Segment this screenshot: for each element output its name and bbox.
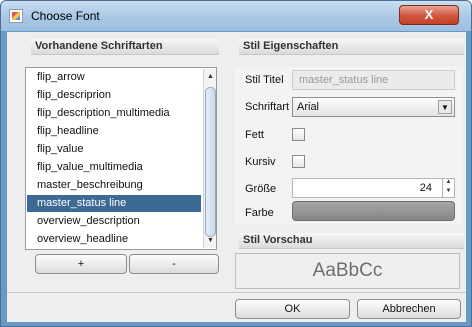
- italic-label: Kursiv: [245, 156, 276, 168]
- list-item[interactable]: overview_headline: [27, 231, 201, 248]
- size-label: Größe: [245, 183, 277, 195]
- style-title-label: Stil Titel: [245, 74, 284, 86]
- size-value: 24: [419, 182, 432, 194]
- remove-style-button[interactable]: -: [129, 254, 219, 274]
- list-item[interactable]: flip_description_multimedia: [27, 105, 201, 122]
- add-style-button[interactable]: +: [35, 254, 127, 274]
- style-properties: Stil Titel master_status line Schriftart…: [235, 67, 463, 224]
- list-item[interactable]: flip_descriprion: [27, 87, 201, 104]
- scroll-up-icon[interactable]: ▲: [205, 71, 216, 82]
- font-family-select[interactable]: Arial ▼: [292, 97, 455, 117]
- fonts-panel-header: Vorhandene Schriftarten: [31, 39, 219, 55]
- list-item[interactable]: flip_headline: [27, 123, 201, 140]
- scrollbar-thumb[interactable]: [205, 87, 216, 237]
- font-family-label: Schriftart: [245, 101, 290, 113]
- scroll-down-icon[interactable]: ▼: [205, 235, 216, 246]
- font-family-value: Arial: [297, 101, 320, 113]
- props-panel-header: Stil Eigenschaften: [239, 39, 464, 55]
- style-preview: AaBbCc: [235, 253, 460, 289]
- preview-panel-header: Stil Vorschau: [239, 233, 464, 249]
- color-label: Farbe: [245, 207, 274, 219]
- list-item[interactable]: flip_arrow: [27, 69, 201, 86]
- color-picker-button[interactable]: [292, 201, 455, 221]
- size-stepper[interactable]: ▲ ▼: [442, 178, 454, 198]
- cancel-button[interactable]: Abbrechen: [357, 299, 461, 319]
- bold-checkbox[interactable]: [292, 128, 305, 141]
- java-cup-icon: [9, 9, 23, 23]
- increment-icon[interactable]: ▲: [443, 178, 454, 187]
- chevron-down-icon[interactable]: ▼: [438, 100, 452, 114]
- style-title-field: master_status line: [292, 70, 455, 90]
- list-item[interactable]: flip_value_multimedia: [27, 159, 201, 176]
- close-button[interactable]: X: [399, 5, 459, 25]
- list-item-selected[interactable]: master_status line: [27, 195, 201, 212]
- decrement-icon[interactable]: ▼: [443, 187, 454, 196]
- list-item[interactable]: overview_description: [27, 213, 201, 230]
- list-item[interactable]: flip_value: [27, 141, 201, 158]
- list-item[interactable]: master_beschreibung: [27, 177, 201, 194]
- size-spinner[interactable]: 24 ▲ ▼: [292, 178, 455, 198]
- title-bar[interactable]: Choose Font X: [1, 1, 471, 31]
- ok-button[interactable]: OK: [235, 299, 350, 319]
- dialog-window: Choose Font X Vorhandene Schriftarten fl…: [0, 0, 472, 327]
- italic-checkbox[interactable]: [292, 155, 305, 168]
- bold-label: Fett: [245, 129, 264, 141]
- font-list[interactable]: flip_arrow flip_descriprion flip_descrip…: [25, 67, 217, 250]
- font-list-scrollbar[interactable]: ▲ ▼: [203, 69, 216, 248]
- window-title: Choose Font: [31, 9, 100, 23]
